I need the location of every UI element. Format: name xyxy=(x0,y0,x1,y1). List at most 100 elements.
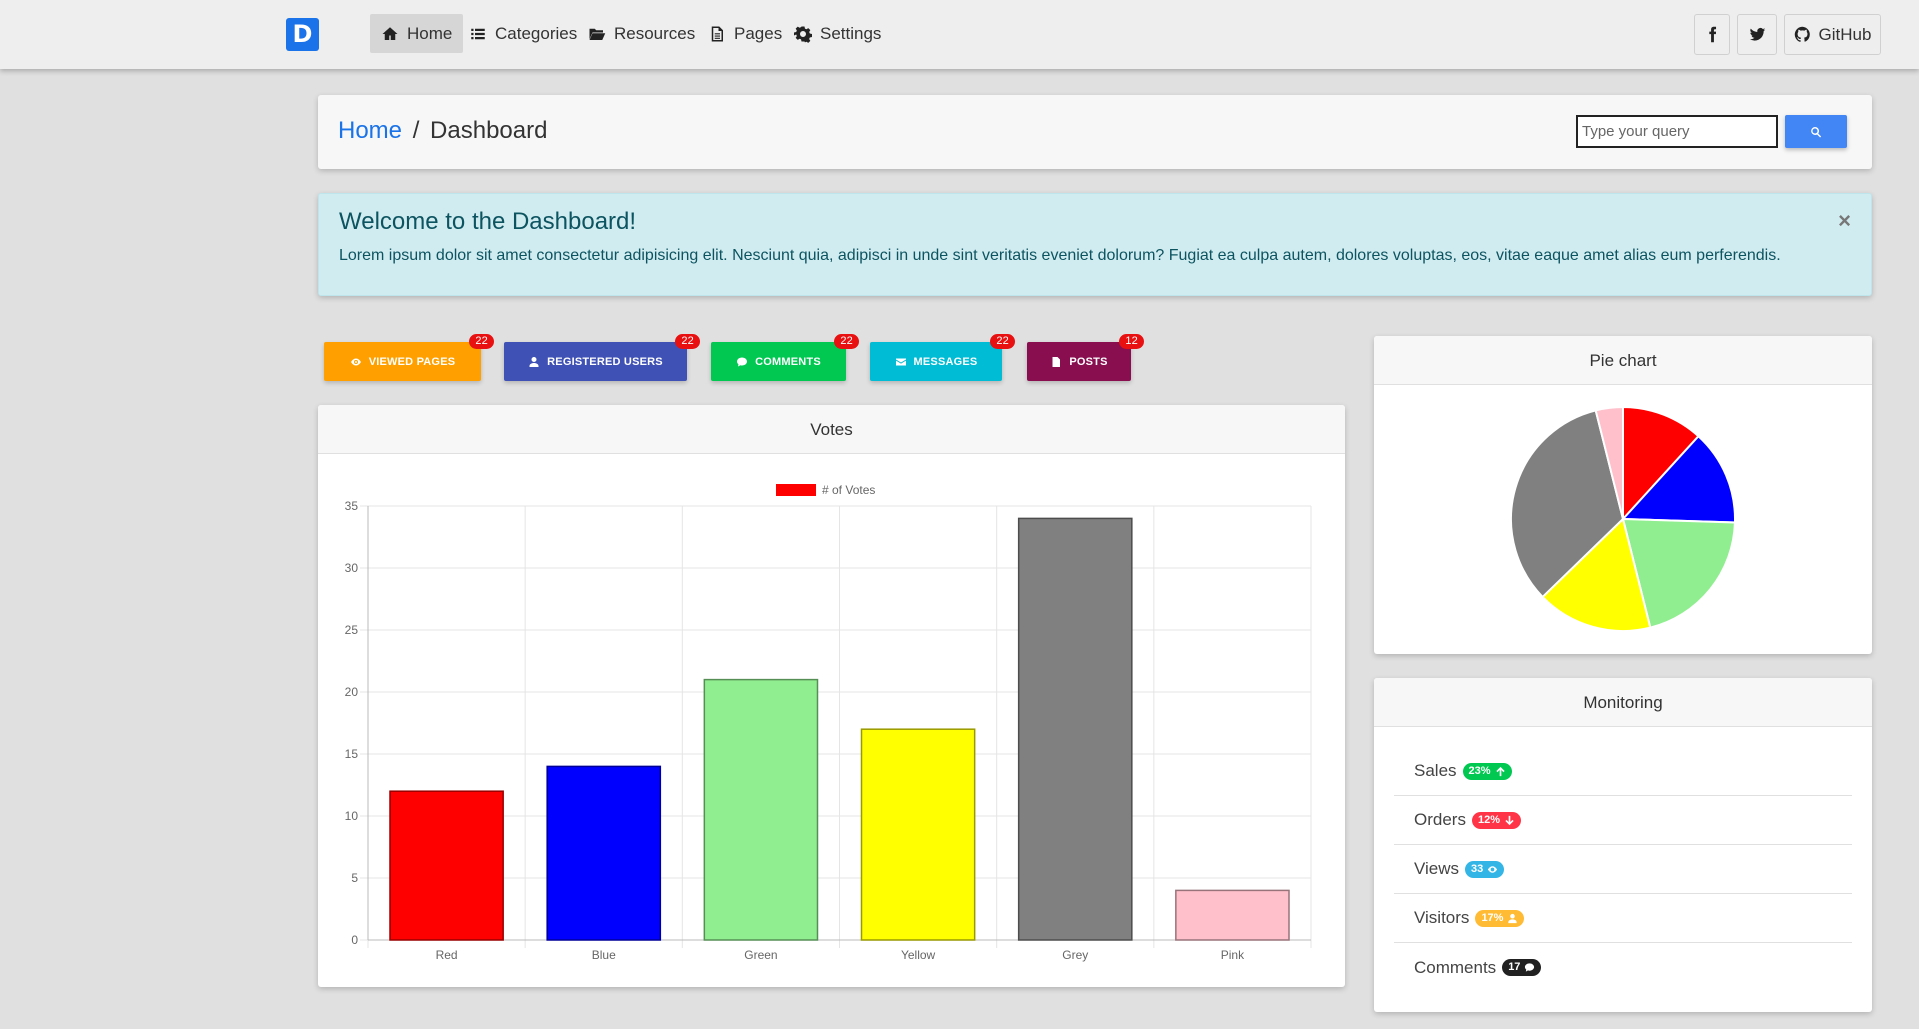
welcome-alert: Welcome to the Dashboard! Lorem ipsum do… xyxy=(318,193,1872,296)
search-button[interactable] xyxy=(1785,115,1847,148)
badge-value: 17 xyxy=(1508,961,1521,973)
stat-label: Registered users xyxy=(547,355,663,368)
stat-label: Messages xyxy=(913,355,978,368)
home-icon xyxy=(382,26,398,40)
x-tick-label: Red xyxy=(436,948,458,962)
monitor-label: Views xyxy=(1414,859,1460,878)
alert-text: Lorem ipsum dolor sit amet consectetur a… xyxy=(339,247,1781,264)
badge-value: 23% xyxy=(1468,764,1491,777)
brand-logo[interactable]: D xyxy=(286,18,319,51)
y-tick-label: 25 xyxy=(345,623,359,637)
nav-item-settings[interactable]: Settings xyxy=(783,14,892,53)
folder-open-icon xyxy=(589,28,606,40)
list-icon xyxy=(471,28,485,39)
file-icon xyxy=(711,26,723,41)
monitor-label: Orders xyxy=(1414,810,1466,829)
stat-label: Posts xyxy=(1069,355,1108,368)
bar-yellow[interactable] xyxy=(860,728,976,941)
y-tick-label: 15 xyxy=(345,747,359,761)
count-badge: 22 xyxy=(675,334,700,349)
monitoring-card-title: Monitoring xyxy=(1374,678,1872,727)
count-badge: 22 xyxy=(834,334,859,349)
eye-icon xyxy=(350,358,361,365)
status-badge: 17 xyxy=(1502,959,1542,976)
list-item: Sales 23% xyxy=(1394,747,1852,796)
monitoring-card: Monitoring Sales 23% Orders 12% Views 33… xyxy=(1374,678,1872,1012)
list-item: Comments 17 xyxy=(1394,943,1852,992)
x-tick-label: Pink xyxy=(1221,948,1245,962)
search-input[interactable] xyxy=(1576,115,1778,148)
monitor-label: Comments xyxy=(1414,957,1497,977)
viewed-pages-button[interactable]: Viewed pages 22 xyxy=(324,334,494,381)
y-tick-label: 20 xyxy=(345,685,359,699)
bar-pink[interactable] xyxy=(1175,889,1290,941)
count-badge: 22 xyxy=(469,334,494,349)
breadcrumb-home-link[interactable]: Home xyxy=(338,117,402,144)
nav-item-label: Pages xyxy=(734,23,783,43)
posts-button[interactable]: Posts 12 xyxy=(1027,334,1144,381)
arrow-up-icon xyxy=(1495,766,1505,776)
breadcrumb-card: Home / Dashboard xyxy=(318,95,1872,169)
nav-item-label: Resources xyxy=(614,23,696,43)
twitter-icon xyxy=(1749,28,1765,41)
nav-item-label: Settings xyxy=(820,23,882,43)
pie-chart xyxy=(1510,405,1736,632)
x-tick-label: Grey xyxy=(1062,948,1088,962)
list-item: Views 33 xyxy=(1394,845,1852,894)
badge-value: 12% xyxy=(1477,813,1500,826)
nav-item-home[interactable]: Home xyxy=(370,14,464,53)
alert-title: Welcome to the Dashboard! xyxy=(339,208,637,235)
pie-card-title: Pie chart xyxy=(1374,336,1872,385)
facebook-button[interactable] xyxy=(1694,14,1730,55)
bar-grey[interactable] xyxy=(1017,517,1133,941)
messages-button[interactable]: Messages 22 xyxy=(870,334,1015,381)
github-button[interactable]: GitHub xyxy=(1784,14,1881,55)
y-tick-label: 0 xyxy=(351,933,358,947)
bar-blue[interactable] xyxy=(546,765,662,941)
user-icon xyxy=(529,356,539,367)
x-tick-label: Yellow xyxy=(901,948,936,962)
comment-icon xyxy=(1525,963,1535,972)
pie-chart-card: Pie chart xyxy=(1374,336,1872,654)
legend-swatch xyxy=(776,484,816,496)
comments-button[interactable]: Comments 22 xyxy=(711,334,859,381)
gear-icon xyxy=(794,26,812,43)
x-tick-label: Green xyxy=(744,948,777,962)
monitor-label: Visitors xyxy=(1414,908,1470,927)
count-badge: 12 xyxy=(1119,334,1144,349)
y-tick-label: 5 xyxy=(351,871,358,885)
file-icon xyxy=(1052,356,1061,367)
y-tick-label: 10 xyxy=(345,809,359,823)
x-tick-label: Blue xyxy=(592,948,616,962)
nav-item-resources[interactable]: Resources xyxy=(577,14,706,53)
user-icon xyxy=(1508,913,1518,923)
y-tick-label: 35 xyxy=(345,499,359,513)
facebook-icon xyxy=(1708,26,1716,43)
badge-value: 17% xyxy=(1481,911,1504,924)
breadcrumb-separator: / xyxy=(412,117,420,144)
registered-users-button[interactable]: Registered users 22 xyxy=(504,334,700,381)
status-badge: 23% xyxy=(1462,762,1512,780)
monitoring-list: Sales 23% Orders 12% Views 33 Visitors 1… xyxy=(1394,747,1852,992)
stat-label: Comments xyxy=(755,355,821,368)
close-icon[interactable]: × xyxy=(1838,208,1851,234)
nav-item-label: Home xyxy=(407,23,453,43)
nav-item-pages[interactable]: Pages xyxy=(697,14,793,53)
bar-green[interactable] xyxy=(703,678,819,941)
eye-icon xyxy=(1488,865,1498,873)
status-badge: 33 xyxy=(1465,860,1505,878)
nav-item-categories[interactable]: Categories xyxy=(458,14,588,53)
github-label: GitHub xyxy=(1818,24,1872,44)
twitter-button[interactable] xyxy=(1737,14,1777,55)
status-badge: 12% xyxy=(1471,811,1521,829)
y-tick-label: 30 xyxy=(345,561,359,575)
bar-red[interactable] xyxy=(389,790,504,941)
breadcrumb: Home / Dashboard xyxy=(338,117,547,145)
status-badge: 17% xyxy=(1475,909,1525,927)
nav-item-label: Categories xyxy=(495,23,578,43)
votes-bar-chart: # of Votes 0 5 10 15 20 25 30 35 Red Blue Green Yell… xyxy=(345,483,1312,962)
stat-label: Viewed pages xyxy=(368,355,456,368)
chart-legend: # of Votes xyxy=(776,483,875,497)
votes-card: Votes # of Votes 0 5 10 15 20 25 30 35 Red Blue Gre… xyxy=(318,405,1345,987)
search-icon xyxy=(1811,126,1822,137)
